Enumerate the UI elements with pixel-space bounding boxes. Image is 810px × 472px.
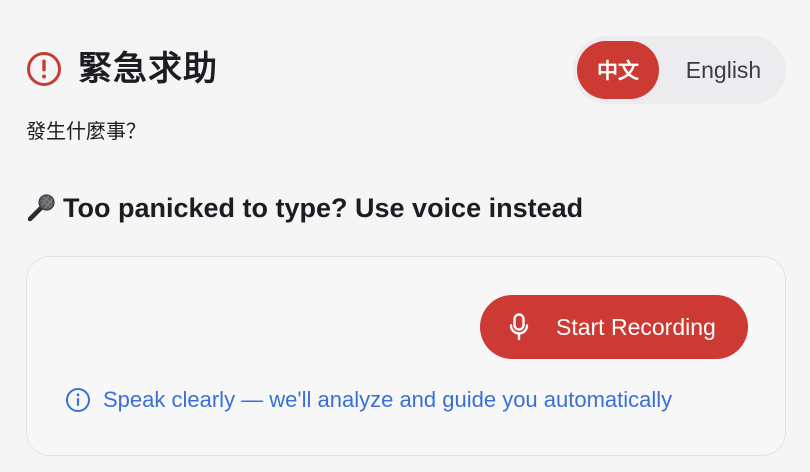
voice-section-heading: Too panicked to type? Use voice instead	[25, 189, 583, 227]
voice-recording-card: Start Recording Speak clearly — we'll an…	[26, 256, 786, 456]
alert-circle-icon	[26, 51, 62, 87]
voice-heading-text: Too panicked to type? Use voice instead	[63, 193, 584, 223]
page-subtitle: 發生什麼事？	[26, 119, 146, 143]
microphone-emoji-icon	[25, 192, 57, 224]
language-toggle: 中文 English	[573, 36, 786, 104]
voice-hint: Speak clearly — we'll analyze and guide …	[65, 385, 672, 415]
info-icon	[65, 387, 91, 413]
start-recording-button[interactable]: Start Recording	[480, 295, 748, 359]
voice-hint-text: Speak clearly — we'll analyze and guide …	[103, 387, 673, 412]
language-option-chinese[interactable]: 中文	[577, 41, 659, 99]
page-header: 緊急求助	[26, 47, 218, 91]
emergency-help-page: 緊急求助 中文 English 發生什麼事？ Too panicked to t…	[0, 0, 810, 472]
microphone-icon	[506, 312, 532, 342]
page-title: 緊急求助	[78, 49, 218, 89]
language-option-english[interactable]: English	[659, 41, 782, 99]
start-recording-label: Start Recording	[556, 314, 716, 340]
